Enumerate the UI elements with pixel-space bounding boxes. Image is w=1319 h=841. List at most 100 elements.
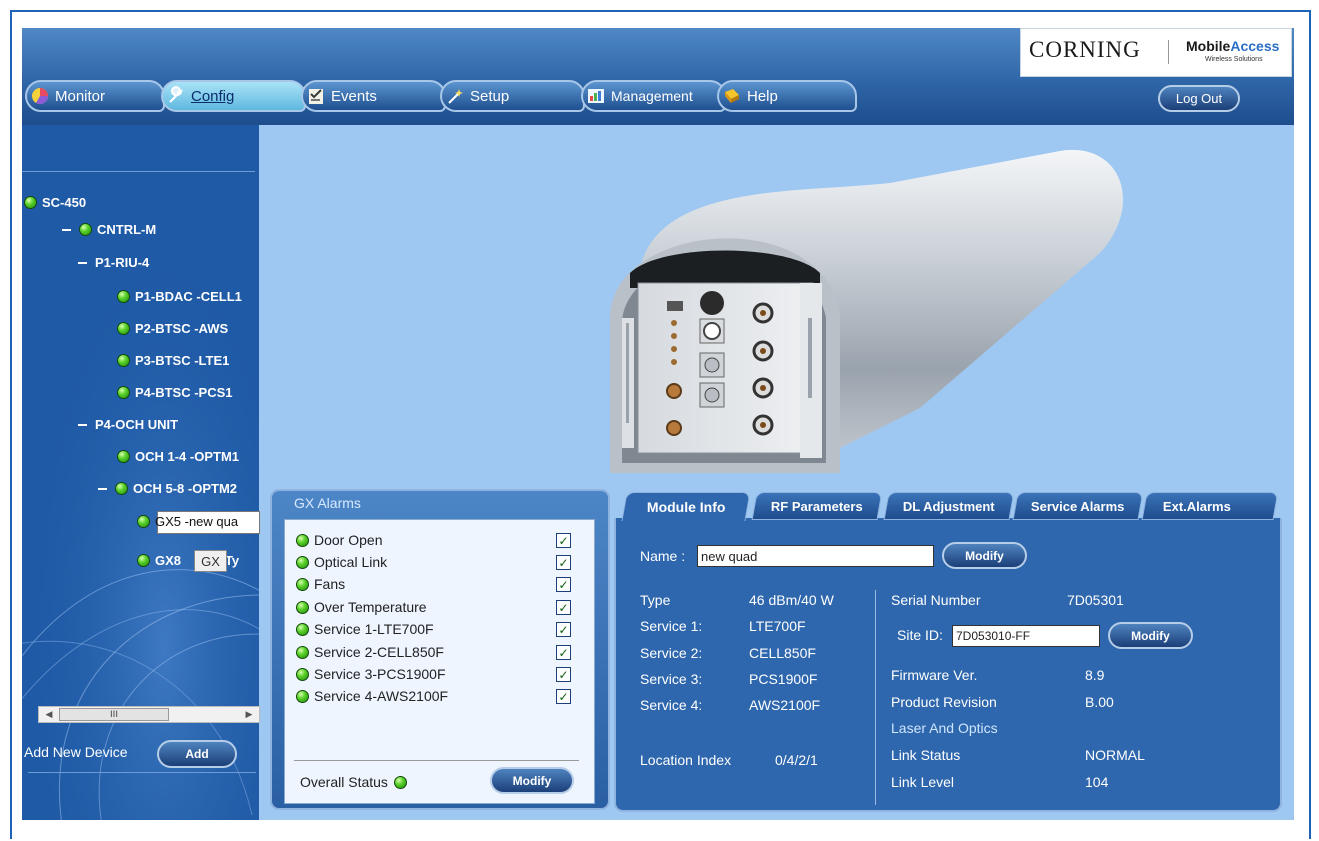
- alarm-door-open: Door Open: [296, 532, 382, 548]
- tree-node-p4-btsc[interactable]: P4-BTSC -PCS1: [117, 385, 233, 400]
- alarm-label: Door Open: [314, 532, 383, 548]
- tree-node-label: GX5 -new qua: [155, 514, 239, 529]
- product-revision-value: B.00: [1085, 694, 1114, 710]
- tab-label: DL Adjustment: [903, 498, 995, 514]
- help-book-icon: [721, 85, 743, 107]
- service-3-label: Service 3:: [640, 671, 703, 687]
- alarm-optical-link: Optical Link: [296, 554, 387, 570]
- service-3-value: PCS1900F: [749, 671, 818, 687]
- tree-node-och-5-8[interactable]: OCH 5-8 -OPTM2: [98, 481, 260, 496]
- name-modify-button[interactable]: Modify: [942, 542, 1027, 569]
- add-device-button[interactable]: Add: [157, 740, 237, 768]
- logo-access: Access: [1230, 38, 1280, 54]
- tab-label: Monitor: [55, 87, 106, 105]
- alarm-label: Over Temperature: [314, 599, 427, 615]
- collapse-icon[interactable]: [62, 228, 71, 231]
- brand-logo: CORNING MobileAccess Wireless Solutions: [1020, 28, 1292, 77]
- collapse-icon[interactable]: [98, 487, 107, 490]
- status-led-icon: [296, 667, 309, 681]
- sidebar-divider-bottom: [28, 772, 256, 773]
- alarm-checkbox[interactable]: ✓: [556, 645, 571, 660]
- service-1-value: LTE700F: [749, 618, 806, 634]
- service-4-value: AWS2100F: [749, 697, 821, 713]
- mobileaccess-logo: MobileAccess: [1186, 38, 1279, 54]
- tree-node-label: P2-BTSC -AWS: [135, 321, 229, 336]
- tab-setup[interactable]: Setup: [440, 80, 585, 112]
- logo-tagline: Wireless Solutions: [1205, 56, 1263, 63]
- tab-events[interactable]: Events: [301, 80, 446, 112]
- tab-help[interactable]: Help: [717, 80, 857, 112]
- info-column-divider: [875, 590, 876, 805]
- tree-node-label: CNTRL-M: [97, 222, 157, 237]
- alarm-checkbox[interactable]: ✓: [556, 555, 571, 570]
- alarm-checkbox[interactable]: ✓: [556, 689, 571, 704]
- product-revision-label: Product Revision: [891, 694, 997, 710]
- laser-optics-header: Laser And Optics: [891, 720, 998, 736]
- tab-service-alarms[interactable]: Service Alarms: [1012, 492, 1144, 520]
- tree-node-label: GX8: [155, 553, 182, 568]
- tab-module-info[interactable]: Module Info: [621, 492, 751, 521]
- site-id-input[interactable]: [952, 625, 1100, 647]
- name-input[interactable]: [697, 545, 934, 567]
- serial-number-value: 7D05301: [1067, 592, 1124, 608]
- name-label: Name :: [640, 548, 686, 564]
- logo-mobile: Mobile: [1186, 38, 1231, 54]
- tab-config[interactable]: Config: [161, 80, 306, 112]
- tree-node-p1-bdac[interactable]: P1-BDAC -CELL1: [117, 289, 242, 304]
- location-index-label: Location Index: [640, 752, 732, 768]
- serial-number-label: Serial Number: [891, 592, 981, 608]
- status-led-icon: [79, 223, 92, 236]
- service-2-label: Service 2:: [640, 645, 703, 661]
- collapse-icon[interactable]: [78, 423, 87, 426]
- alarm-label: Service 1-LTE700F: [314, 621, 434, 637]
- tab-ext-alarms[interactable]: Ext.Alarms: [1141, 492, 1279, 520]
- alarm-service-1: Service 1-LTE700F: [296, 621, 434, 637]
- status-led-icon: [296, 622, 309, 636]
- tree-node-p4-och[interactable]: P4-OCH UNIT: [78, 417, 178, 432]
- tab-rf-parameters[interactable]: RF Parameters: [751, 492, 883, 520]
- status-led-icon: [137, 515, 150, 528]
- tree-horizontal-scrollbar[interactable]: ◀ III ▶: [38, 706, 260, 723]
- status-led-icon: [117, 354, 130, 367]
- service-1-label: Service 1:: [640, 618, 703, 634]
- tree-node-p3-btsc[interactable]: P3-BTSC -LTE1: [117, 353, 229, 368]
- site-id-modify-button[interactable]: Modify: [1108, 622, 1193, 649]
- location-index-value: 0/4/2/1: [775, 752, 818, 768]
- tree-node-label: P1-BDAC -CELL1: [135, 289, 242, 304]
- status-led-icon: [137, 554, 150, 567]
- alarm-checkbox[interactable]: ✓: [556, 533, 571, 548]
- alarm-checkbox[interactable]: ✓: [556, 577, 571, 592]
- module-illustration: [610, 149, 1124, 473]
- tab-label: Management: [611, 88, 693, 104]
- alarm-label: Fans: [314, 576, 346, 592]
- tree-node-label: OCH 5-8 -OPTM2: [133, 481, 238, 496]
- tab-monitor[interactable]: Monitor: [25, 80, 165, 112]
- tab-management[interactable]: Management: [581, 80, 726, 112]
- tree-node-och-1-4[interactable]: OCH 1-4 -OPTM1: [117, 449, 260, 464]
- logout-button[interactable]: Log Out: [1158, 85, 1240, 112]
- tree-node-cntrl-m[interactable]: CNTRL-M: [62, 222, 156, 237]
- scroll-right-arrow-icon[interactable]: ▶: [241, 707, 257, 722]
- status-led-icon: [117, 450, 130, 463]
- tree-node-label: OCH 1-4 -OPTM1: [135, 449, 240, 464]
- alarm-label: Service 3-PCS1900F: [314, 666, 446, 682]
- tree-node-sc450[interactable]: SC-450: [24, 195, 86, 210]
- corning-logo: CORNING: [1029, 37, 1141, 62]
- scroll-left-arrow-icon[interactable]: ◀: [41, 707, 57, 722]
- tab-dl-adjustment[interactable]: DL Adjustment: [883, 492, 1015, 520]
- alarm-checkbox[interactable]: ✓: [556, 667, 571, 682]
- alarm-checkbox[interactable]: ✓: [556, 600, 571, 615]
- tree-node-p1-riu-4[interactable]: P1-RIU-4: [78, 255, 149, 270]
- collapse-icon[interactable]: [78, 261, 87, 264]
- alarm-checkbox[interactable]: ✓: [556, 622, 571, 637]
- scroll-thumb[interactable]: III: [59, 708, 169, 721]
- logo-divider: [1168, 40, 1169, 64]
- overall-status-label: Overall Status: [300, 774, 388, 790]
- tab-label: Help: [747, 87, 778, 105]
- tab-label: Ext.Alarms: [1163, 498, 1231, 514]
- status-led-icon: [296, 689, 309, 703]
- gx-alarms-modify-button[interactable]: Modify: [490, 767, 574, 794]
- tree-node-gx5[interactable]: GX5 -new qua: [137, 514, 260, 529]
- alarm-fans: Fans: [296, 576, 345, 592]
- tree-node-p2-btsc[interactable]: P2-BTSC -AWS: [117, 321, 228, 336]
